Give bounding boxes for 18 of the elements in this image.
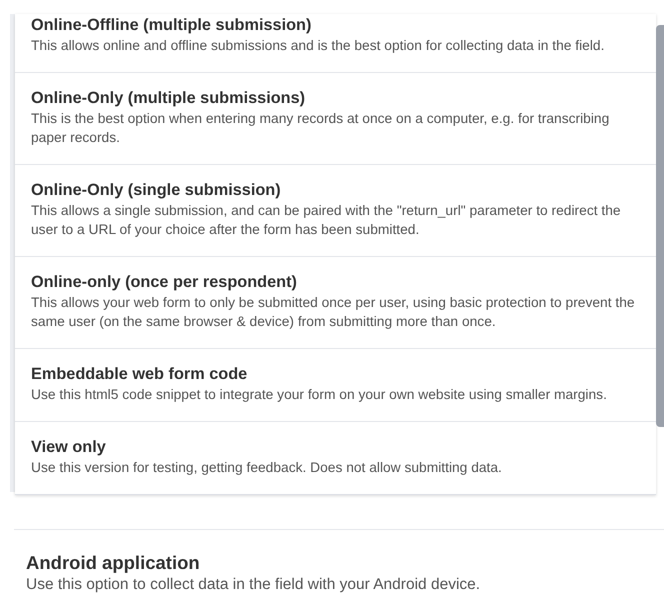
option-description: This allows your web form to only be submitted once per user, using basic protection to prevent the same user (on the same browser & device) from submitting more than once.	[31, 294, 636, 331]
option-title: Online-Offline (multiple submission)	[31, 15, 312, 36]
option-title: Embeddable web form code	[31, 364, 248, 385]
option-title: Online-Only (multiple submissions)	[31, 88, 306, 109]
option-description: Use this html5 code snippet to integrate your form on your own website using smaller margins.	[31, 386, 608, 404]
option-description: This is the best option when entering many records at once on a computer, e.g. for transcribing paper records.	[31, 110, 610, 147]
section-title: Android application	[26, 551, 201, 575]
scrollbar[interactable]	[656, 25, 664, 427]
option-title: View only	[31, 437, 107, 458]
option-description: This allows a single submission, and can be paired with the "return_url" parameter to redirect the user to a URL of your choice after the form has been submitted.	[31, 202, 622, 239]
option-description: This allows online and offline submissions and is the best option for collecting data in the field.	[31, 37, 606, 55]
option-title: Online-only (once per respondent)	[31, 272, 298, 293]
section-description: Use this option to collect data in the field with your Android device.	[26, 575, 480, 595]
dropdown-option[interactable]: Online-Offline (multiple submission) This allows online and offline submissions and is the best option for collecting data in the field.	[15, 14, 656, 72]
option-description: Use this version for testing, getting feedback. Does not allow submitting data.	[31, 459, 503, 477]
dropdown-option[interactable]: Embeddable web form code Use this html5 code snippet to integrate your form on your own website using smaller margins.	[15, 348, 656, 421]
dropdown-option[interactable]: View only Use this version for testing, getting feedback. Does not allow submitting data.	[15, 421, 656, 494]
option-title: Online-Only (single submission)	[31, 180, 282, 201]
